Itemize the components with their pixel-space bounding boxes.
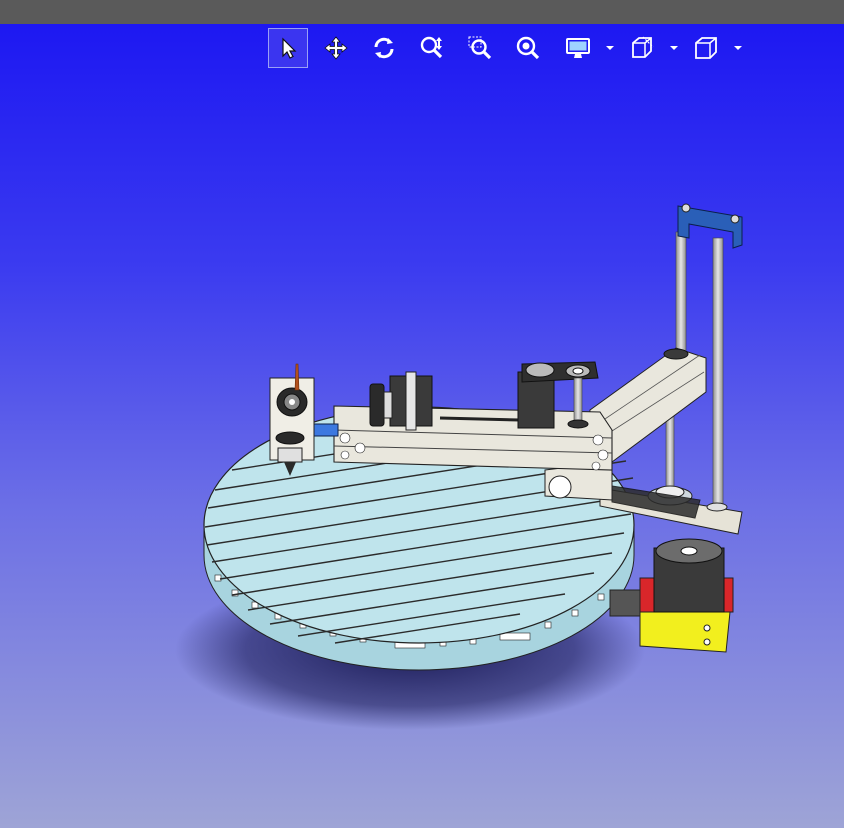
base-yellow-block [639, 611, 731, 653]
z-rod-right [712, 237, 724, 509]
window-titlebar [0, 0, 844, 24]
top-bracket [677, 205, 743, 249]
cad-viewer-app [0, 0, 844, 828]
3d-viewport[interactable] [0, 24, 844, 828]
z-rod-left [675, 231, 687, 363]
scara-robot-model[interactable] [0, 24, 844, 828]
